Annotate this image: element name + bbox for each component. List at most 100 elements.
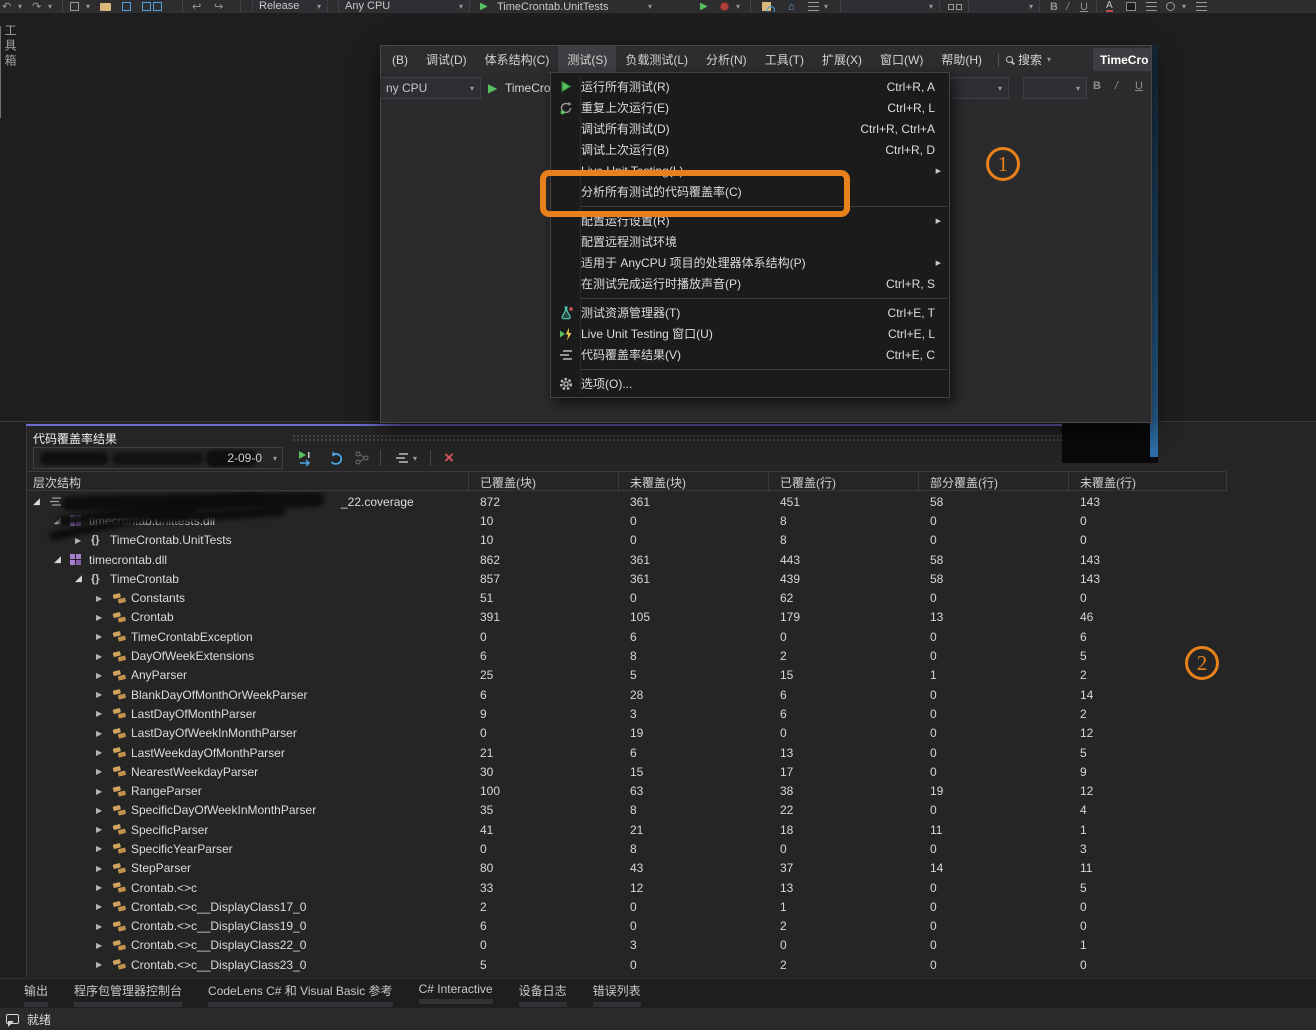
expand-arrow-icon[interactable]: ▶ [96, 781, 102, 800]
menubar-item-1[interactable]: 调试(D) [417, 46, 476, 73]
menubar-item-7[interactable]: 扩展(X) [813, 46, 871, 73]
bottom-tab-4[interactable]: 设备日志 [519, 982, 567, 1007]
export-results-button[interactable]: ▾ [388, 448, 424, 468]
table-row[interactable]: ▶Crontab3911051791346 [26, 608, 1316, 627]
align-lines-icon[interactable] [1146, 0, 1157, 13]
redo-dropdown-icon[interactable]: ▾ [48, 0, 52, 13]
table-row[interactable]: ▶TimeCrontabException06006 [26, 627, 1316, 646]
table-row[interactable]: ▶SpecificDayOfWeekInMonthParser3582204 [26, 801, 1316, 820]
table-row[interactable]: ▶BlankDayOfMonthOrWeekParser6286014 [26, 685, 1316, 704]
table-row[interactable]: ▶Crontab.<>c33121305 [26, 878, 1316, 897]
menubar-item-0[interactable]: (B) [383, 48, 417, 72]
table-row[interactable]: ▶RangeParser10063381912 [26, 781, 1316, 800]
underline-button[interactable]: U [1080, 0, 1088, 13]
open-folder-icon[interactable] [100, 0, 111, 13]
menubar-item-2[interactable]: 体系结构(C) [476, 46, 559, 73]
column-header-2[interactable]: 已覆盖(行) [780, 472, 836, 492]
font-color-icon[interactable]: A [1106, 0, 1113, 13]
expand-arrow-icon[interactable]: ▶ [96, 646, 102, 665]
menu-item-8[interactable]: 配置远程测试环境 [551, 231, 949, 252]
menu-item-16[interactable]: 选项(O)... [551, 373, 949, 394]
expand-arrow-icon[interactable]: ▶ [96, 704, 102, 723]
start-without-debug-icon[interactable]: ▶ [700, 0, 708, 13]
menu-item-1[interactable]: 重复上次运行(E)Ctrl+R, L [551, 97, 949, 118]
remove-coverage-button[interactable]: × [438, 447, 460, 469]
bottom-tab-3[interactable]: C# Interactive [419, 982, 493, 1004]
table-row[interactable]: ▶AnyParser2551512 [26, 666, 1316, 685]
table-row[interactable]: ▶SpecificYearParser08003 [26, 839, 1316, 858]
bold-button[interactable]: B [1050, 0, 1058, 13]
startup-project-button[interactable]: TimeCrontab.UnitTests [497, 0, 608, 13]
home-icon[interactable]: ⌂ [788, 0, 795, 13]
new-dropdown-icon[interactable]: ▾ [86, 0, 90, 13]
table-row[interactable]: ▶NearestWeekdayParser30151709 [26, 762, 1316, 781]
expand-arrow-icon[interactable]: ▶ [96, 897, 102, 916]
expand-arrow-icon[interactable]: ▶ [96, 762, 102, 781]
table-row[interactable]: ▶Crontab.<>c__DisplayClass17_020100 [26, 897, 1316, 916]
expand-arrow-icon[interactable]: ▶ [96, 627, 102, 646]
expand-arrow-icon[interactable]: ▶ [96, 820, 102, 839]
expand-arrow-icon[interactable]: ▶ [96, 724, 102, 743]
expand-arrow-icon[interactable]: ▶ [96, 743, 102, 762]
table-row[interactable]: ◢{}TimeCrontab85736143958143 [26, 569, 1316, 588]
expand-arrow-icon[interactable]: ▶ [96, 685, 102, 704]
bottom-tab-5[interactable]: 错误列表 [593, 982, 641, 1007]
run-target-label[interactable]: TimeCro [505, 81, 551, 95]
italic-button[interactable]: / [1115, 80, 1118, 92]
menu-item-9[interactable]: 适用于 AnyCPU 项目的处理器体系结构(P)▶ [551, 252, 949, 273]
menubar-item-4[interactable]: 负载测试(L) [616, 46, 697, 73]
navigate-forward-icon[interactable]: ↪ [214, 0, 223, 13]
menubar-item-5[interactable]: 分析(N) [697, 46, 756, 73]
panel-drag-handle[interactable] [292, 434, 1072, 441]
menu-item-13[interactable]: Live Unit Testing 窗口(U)Ctrl+E, L [551, 323, 949, 344]
expand-arrow-icon[interactable]: ▶ [96, 666, 102, 685]
platform-dropdown[interactable]: Any CPU▾ [338, 0, 470, 13]
column-header-hierarchy[interactable]: 层次结构 [33, 472, 81, 492]
bold-button[interactable]: B [1093, 80, 1101, 92]
menu-item-14[interactable]: 代码覆盖率结果(V)Ctrl+E, C [551, 344, 949, 365]
column-header-3[interactable]: 部分覆盖(行) [930, 472, 998, 492]
table-row[interactable]: ▶Crontab.<>c__DisplayClass23_050200 [26, 955, 1316, 974]
merge-results-button[interactable] [350, 448, 374, 468]
table-row[interactable]: ▶LastDayOfWeekInMonthParser0190012 [26, 724, 1316, 743]
table-row[interactable]: ▶LastWeekdayOfMonthParser2161305 [26, 743, 1316, 762]
layout-icons[interactable] [948, 0, 962, 13]
record-icon[interactable] [720, 0, 729, 13]
platform-dropdown[interactable]: ny CPU ▾ [380, 77, 481, 99]
expand-arrow-icon[interactable]: ▶ [96, 801, 102, 820]
expand-arrow-icon[interactable]: ▶ [96, 859, 102, 878]
start-debug-icon[interactable]: ▶ [480, 0, 488, 13]
column-header-0[interactable]: 已覆盖(块) [480, 472, 536, 492]
run-icon[interactable]: ▶ [488, 81, 497, 95]
window-title[interactable]: TimeCro [1093, 48, 1151, 71]
undo-dropdown-icon[interactable]: ▾ [18, 0, 22, 13]
table-row[interactable]: ▶LastDayOfMonthParser93602 [26, 704, 1316, 723]
toolbar-empty-dropdown[interactable]: ▾ [840, 0, 940, 13]
menu-item-2[interactable]: 调试所有测试(D)Ctrl+R, Ctrl+A [551, 118, 949, 139]
expand-arrow-icon[interactable]: ▶ [96, 878, 102, 897]
table-row[interactable]: ▶Crontab.<>c__DisplayClass19_060200 [26, 917, 1316, 936]
column-header-1[interactable]: 未覆盖(块) [630, 472, 686, 492]
save-icon[interactable] [122, 0, 131, 13]
undo-icon[interactable]: ↶ [2, 0, 11, 13]
find-in-files-icon[interactable] [762, 0, 771, 13]
configuration-dropdown[interactable]: Release▾ [252, 0, 328, 13]
menu-item-12[interactable]: 测试资源管理器(T)Ctrl+E, T [551, 302, 949, 323]
navigate-back-icon[interactable]: ↩ [192, 0, 201, 13]
expand-arrow-icon[interactable]: ▶ [96, 588, 102, 607]
table-row[interactable]: ▶DayOfWeekExtensions68205 [26, 646, 1316, 665]
refresh-coverage-button[interactable] [324, 448, 348, 468]
table-row[interactable]: ▶SpecificParser412118111 [26, 820, 1316, 839]
coverage-file-combobox[interactable]: 2-09-0 ▾ [33, 447, 283, 469]
menubar-item-9[interactable]: 帮助(H) [932, 46, 991, 73]
list-icon[interactable] [1196, 0, 1207, 13]
expand-arrow-icon[interactable]: ▶ [96, 839, 102, 858]
toolbar-dropdown[interactable]: ▾ [1023, 77, 1087, 99]
bottom-tab-1[interactable]: 程序包管理器控制台 [74, 982, 182, 1007]
expand-arrow-icon[interactable]: ◢ [54, 550, 61, 569]
bottom-tab-0[interactable]: 输出 [24, 982, 48, 1007]
column-header-4[interactable]: 未覆盖(行) [1080, 472, 1136, 492]
expand-arrow-icon[interactable]: ▶ [96, 936, 102, 955]
expand-arrow-icon[interactable]: ◢ [33, 492, 40, 511]
fill-color-icon[interactable] [1126, 0, 1136, 13]
